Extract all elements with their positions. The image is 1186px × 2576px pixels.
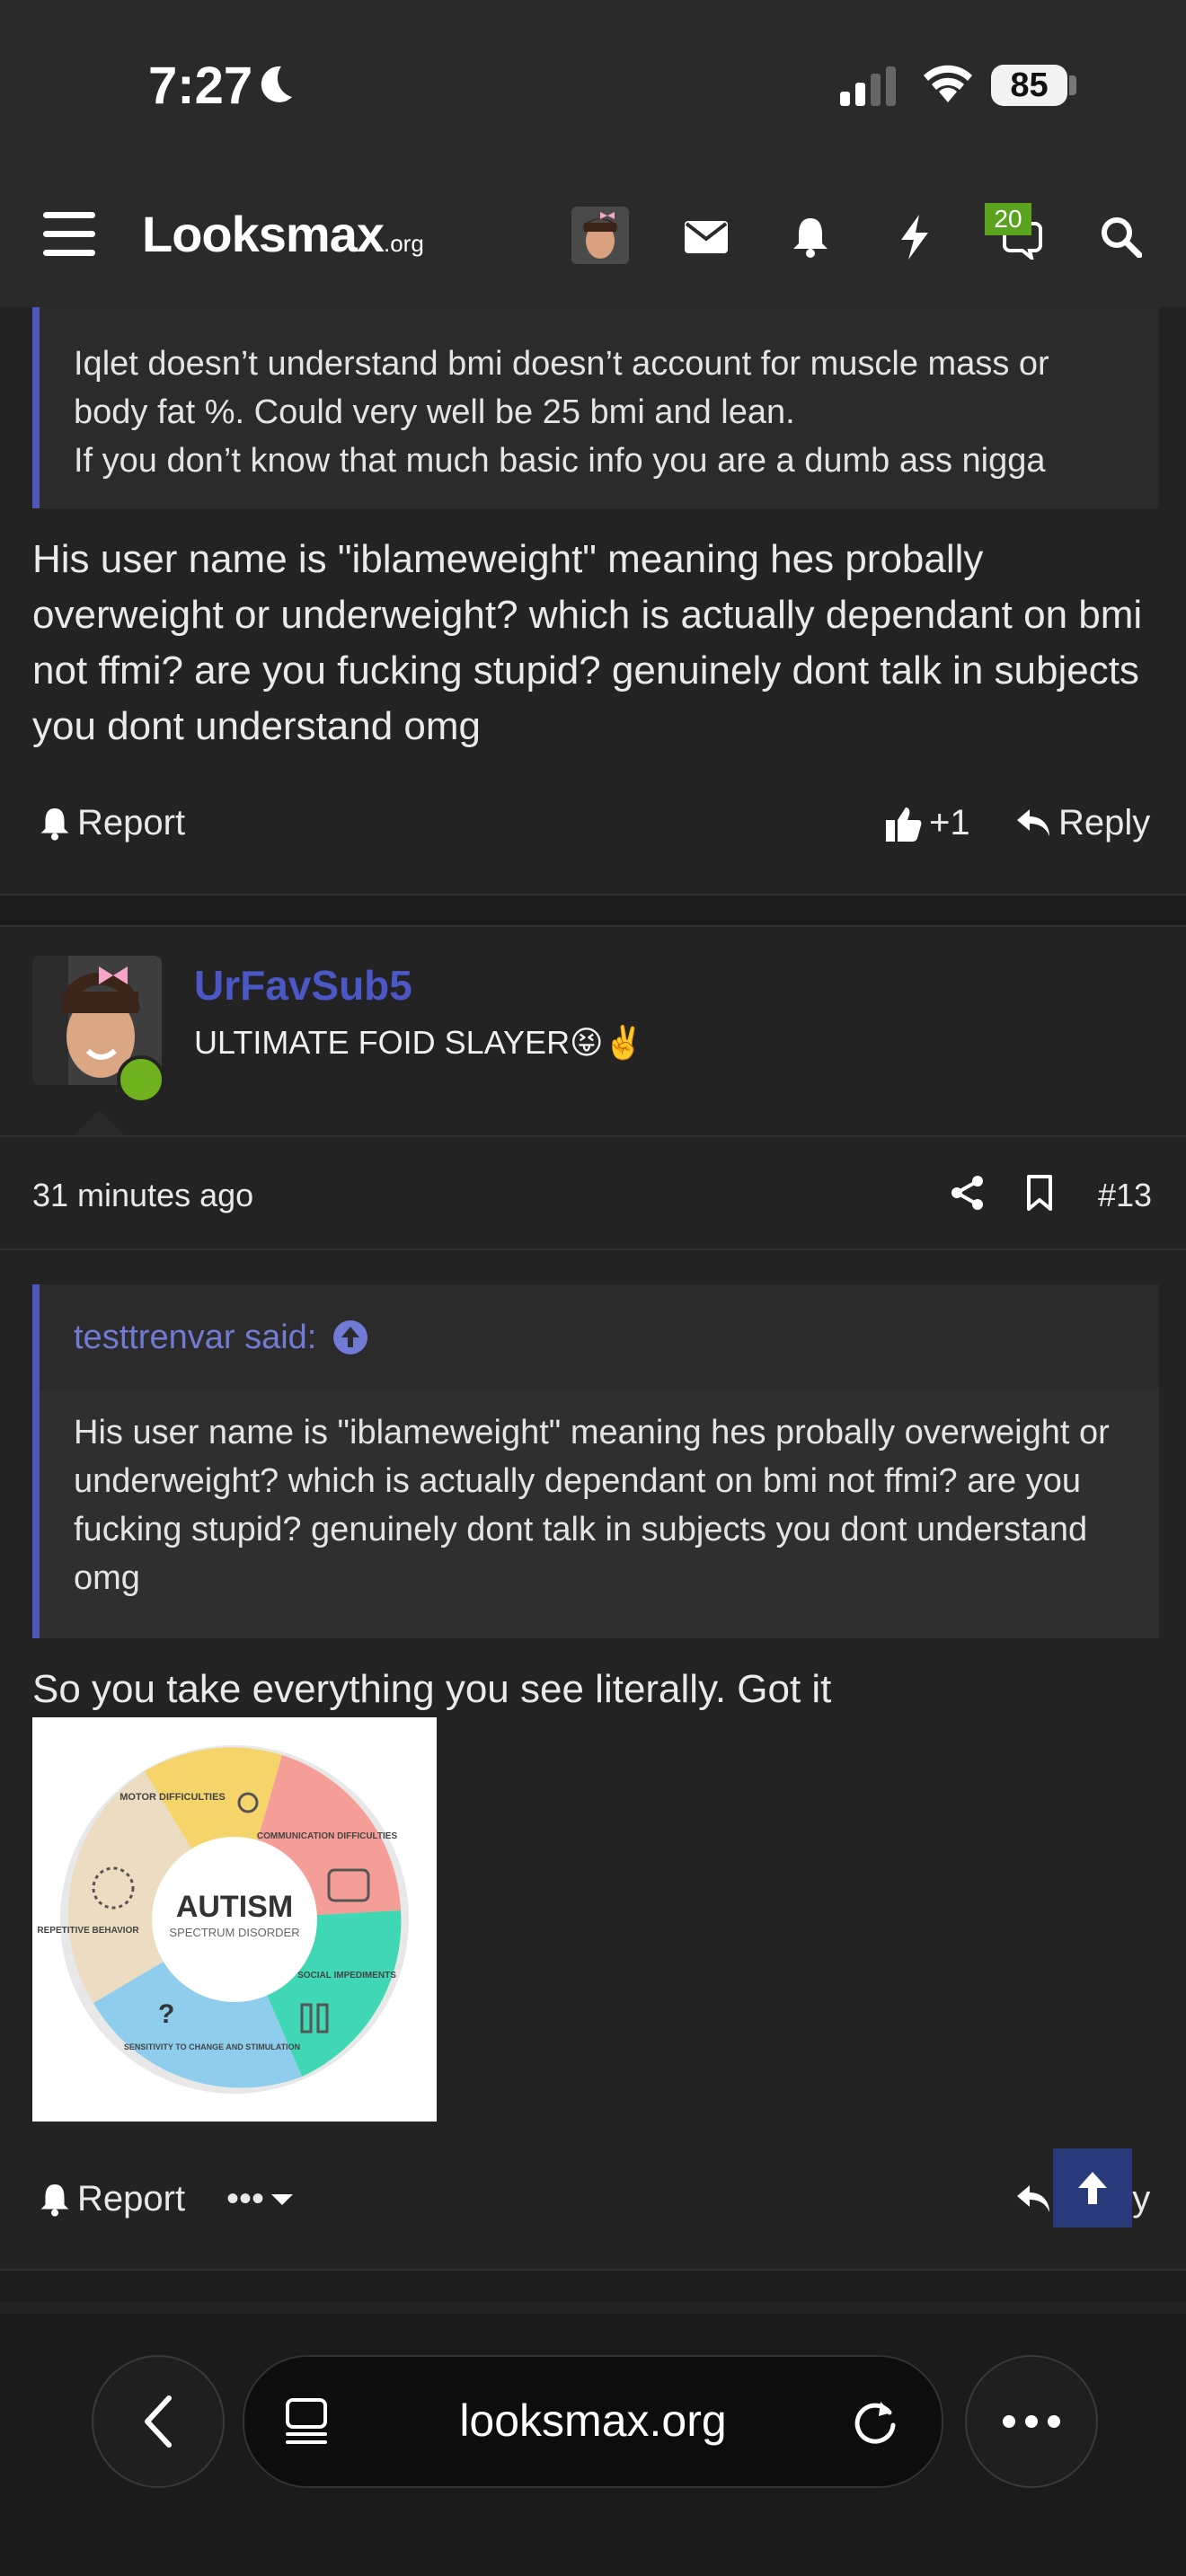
post-body: His user name is "iblameweight" meaning …: [32, 537, 1143, 748]
cellular-signal-icon: [840, 66, 896, 106]
post-separator: [0, 895, 1186, 926]
bookmark-icon: [1027, 1175, 1052, 1211]
diagram-subtitle: SPECTRUM DISORDER: [169, 1926, 299, 1939]
post-timestamp[interactable]: 31 minutes ago: [32, 1177, 253, 1214]
segment-label: COMMUNICATION DIFFICULTIES: [257, 1831, 398, 1841]
share-button[interactable]: [951, 1175, 985, 1215]
chevron-down-icon: [271, 2193, 294, 2205]
address-bar[interactable]: looksmax.org: [243, 2355, 943, 2488]
quote-line: body fat %. Could very well be 25 bmi an…: [74, 393, 795, 431]
report-button[interactable]: Report: [40, 2179, 185, 2219]
battery-tip: [1069, 75, 1076, 95]
chevron-left-icon: [145, 2395, 172, 2448]
divider: [0, 1135, 1186, 1137]
reload-icon[interactable]: [854, 2398, 898, 2445]
like-button[interactable]: +1: [886, 803, 970, 843]
divider: [0, 925, 1186, 927]
post-number[interactable]: #13: [1098, 1177, 1152, 1214]
quote-block: testtrenvar said: His user name is "ibla…: [32, 1284, 1159, 1638]
quote-author[interactable]: testtrenvar said:: [74, 1319, 316, 1357]
autism-diagram: AUTISM SPECTRUM DISORDER MOTOR DIFFICULT…: [37, 1745, 409, 2094]
post-username[interactable]: UrFavSub5: [194, 961, 412, 1010]
more-dots: •••: [226, 2179, 265, 2219]
more-menu-button[interactable]: [965, 2355, 1098, 2488]
arrow-up-icon: [1078, 2172, 1107, 2204]
alerts-button[interactable]: [782, 208, 839, 266]
user-card-arrow: [74, 1110, 124, 1135]
like-count: +1: [929, 803, 970, 842]
menu-line: [43, 250, 95, 256]
quote-header[interactable]: testtrenvar said:: [40, 1284, 1159, 1390]
segment-label: SENSITIVITY TO CHANGE AND STIMULATION: [124, 2042, 300, 2051]
share-icon: [951, 1176, 983, 1210]
search-icon: [1102, 217, 1142, 258]
url-text: looksmax.org: [459, 2395, 727, 2446]
post-separator: [0, 2271, 1186, 2301]
bell-icon: [40, 2183, 69, 2217]
reply-button[interactable]: Reply: [1017, 803, 1150, 843]
logo-suffix: .org: [384, 230, 424, 257]
post-body: So you take everything you see literally…: [32, 1667, 832, 1711]
bell-icon: [793, 218, 828, 258]
site-logo[interactable]: Looksmax.org: [142, 205, 424, 263]
quote-line: If you don’t know that much basic info y…: [74, 442, 1046, 480]
moon-icon: [261, 66, 292, 102]
thumbs-up-icon: [886, 807, 922, 842]
report-label: Report: [77, 2179, 186, 2219]
report-label: Report: [77, 803, 186, 842]
reply-icon: [1017, 808, 1049, 836]
ellipsis-icon: [1003, 2415, 1060, 2428]
conversations-badge: 20: [985, 203, 1031, 235]
segment-label: REPETITIVE BEHAVIOR: [37, 1926, 139, 1936]
more-options-button[interactable]: •••: [226, 2179, 294, 2219]
reply-icon: [1017, 2184, 1049, 2212]
status-time: 7:27: [148, 57, 253, 115]
quote-text: His user name is "iblameweight" meaning …: [40, 1390, 1159, 1638]
envelope-icon: [685, 221, 728, 253]
reply-label: Reply: [1058, 803, 1151, 842]
lightning-icon: [901, 215, 928, 260]
divider: [0, 1248, 1186, 1250]
diagram-title: AUTISM: [176, 1890, 293, 1924]
quote-line: Iqlet doesn’t understand bmi doesn’t acc…: [74, 345, 1049, 383]
wifi-icon: [924, 65, 972, 102]
logo-text: Looksmax: [142, 206, 385, 262]
report-button[interactable]: Report: [40, 803, 185, 843]
menu-button[interactable]: [43, 212, 95, 269]
whats-new-button[interactable]: [886, 208, 943, 266]
menu-line: [43, 231, 95, 237]
inbox-button[interactable]: [677, 208, 735, 266]
bell-icon: [40, 807, 69, 841]
post-image[interactable]: AUTISM SPECTRUM DISORDER MOTOR DIFFICULT…: [32, 1717, 437, 2122]
online-indicator: [117, 1055, 165, 1104]
svg-text:?: ?: [158, 1999, 174, 2029]
segment-label: SOCIAL IMPEDIMENTS: [297, 1971, 396, 1981]
menu-line: [43, 212, 95, 218]
battery-indicator: 85: [991, 65, 1067, 106]
search-button[interactable]: [1093, 208, 1150, 266]
scroll-to-top-button[interactable]: [1053, 2148, 1132, 2228]
arrow-up-circle-icon[interactable]: [332, 1319, 368, 1355]
user-title: ULTIMATE FOID SLAYER😝✌️: [194, 1024, 644, 1061]
quote-block: Iqlet doesn’t understand bmi doesn’t acc…: [32, 307, 1159, 508]
bookmark-button[interactable]: [1026, 1175, 1053, 1215]
back-button[interactable]: [92, 2355, 225, 2488]
account-avatar[interactable]: [571, 207, 629, 264]
avatar-image: [571, 207, 629, 264]
segment-label: MOTOR DIFFICULTIES: [119, 1792, 226, 1803]
